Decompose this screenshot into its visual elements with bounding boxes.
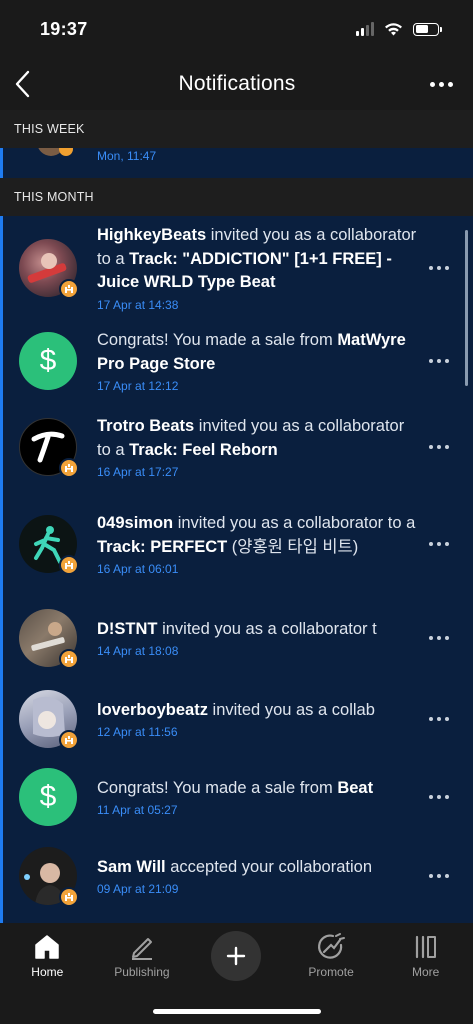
add-button[interactable] [211, 931, 262, 981]
item-options-button[interactable] [429, 359, 449, 363]
notification-time: 16 Apr at 17:27 [97, 465, 179, 479]
status-time: 19:37 [40, 18, 88, 39]
notification-text: 049simon invited you as a collaborator t… [97, 514, 416, 556]
tab-more[interactable]: More [383, 931, 469, 979]
notification-item[interactable]: $ Congrats! You made a sale from Beat 11… [3, 758, 473, 836]
collab-icon [59, 458, 79, 478]
tab-add[interactable] [193, 931, 279, 981]
status-icons [356, 22, 442, 36]
collab-icon [59, 148, 73, 156]
notification-text: HighkeyBeats invited you as a collaborat… [97, 226, 417, 292]
wifi-icon [385, 23, 402, 36]
collab-icon [59, 555, 79, 575]
dollar-icon: $ [19, 332, 77, 390]
tab-publishing[interactable]: Publishing [99, 931, 185, 979]
collab-icon [59, 279, 79, 299]
collab-icon [59, 730, 79, 750]
item-options-button[interactable] [429, 795, 449, 799]
notification-time: 17 Apr at 14:38 [97, 297, 179, 312]
notification-time: 17 Apr at 12:12 [97, 379, 179, 393]
library-icon [415, 935, 436, 959]
chevron-left-icon [15, 70, 30, 98]
home-indicator [153, 1009, 321, 1014]
notification-time: 11 Apr at 05:27 [97, 803, 178, 818]
tab-home[interactable]: Home [4, 931, 90, 979]
section-this-week: THIS WEEK [0, 110, 473, 148]
notification-time: Mon, 11:47 [97, 149, 157, 163]
notification-text: Congrats! You made a sale from MatWyre P… [97, 331, 406, 373]
tab-bar: Home Publishing Promote More [0, 923, 473, 1024]
collab-icon [59, 887, 79, 907]
item-options-button[interactable] [429, 636, 449, 640]
notification-item[interactable]: Sam Will accepted your collaboration 09 … [3, 836, 473, 916]
back-button[interactable] [14, 69, 44, 99]
item-options-button[interactable] [429, 717, 449, 721]
notification-item[interactable]: Mon, 11:47 [0, 148, 473, 178]
notification-text: Sam Will accepted your collaboration [97, 857, 373, 876]
page-title: Notifications [178, 72, 296, 95]
item-options-button[interactable] [429, 266, 449, 270]
promote-icon [318, 933, 346, 959]
item-options-button[interactable] [429, 542, 449, 546]
dollar-icon: $ [19, 768, 77, 826]
status-bar: 19:37 [0, 0, 473, 58]
nav-header: Notifications [0, 58, 473, 110]
plus-icon [227, 946, 246, 966]
notification-item[interactable]: $ Congrats! You made a sale from MatWyre… [3, 320, 473, 402]
notification-time: 12 Apr at 11:56 [97, 725, 178, 740]
home-icon [35, 935, 60, 959]
notification-text: D!STNT invited you as a collaborator t [97, 619, 377, 638]
section-this-month: THIS MONTH [0, 178, 473, 216]
more-options-button[interactable] [429, 81, 453, 87]
item-options-button[interactable] [429, 874, 449, 878]
notification-text: Trotro Beats invited you as a collaborat… [97, 417, 405, 459]
item-options-button[interactable] [429, 445, 449, 449]
notification-item[interactable]: 049simon invited you as a collaborator t… [3, 492, 473, 596]
notification-item[interactable]: D!STNT invited you as a collaborator t 1… [3, 596, 473, 680]
signal-icon [356, 22, 374, 36]
tab-promote[interactable]: Promote [288, 931, 374, 979]
notification-text: loverboybeatz invited you as a collab [97, 700, 375, 719]
notification-list[interactable]: HighkeyBeats invited you as a collaborat… [0, 216, 473, 925]
notification-time: 09 Apr at 21:09 [97, 882, 179, 897]
collab-icon [59, 649, 79, 669]
notification-time: 16 Apr at 06:01 [97, 562, 179, 576]
notification-item[interactable]: Trotro Beats invited you as a collaborat… [3, 402, 473, 492]
notification-item[interactable]: loverboybeatz invited you as a collab 12… [3, 680, 473, 758]
notification-item[interactable]: HighkeyBeats invited you as a collaborat… [3, 216, 473, 320]
battery-icon [413, 22, 442, 36]
notification-text: Congrats! You made a sale from Beat [97, 778, 374, 797]
notification-time: 14 Apr at 18:08 [97, 644, 179, 659]
pen-icon [131, 938, 152, 960]
